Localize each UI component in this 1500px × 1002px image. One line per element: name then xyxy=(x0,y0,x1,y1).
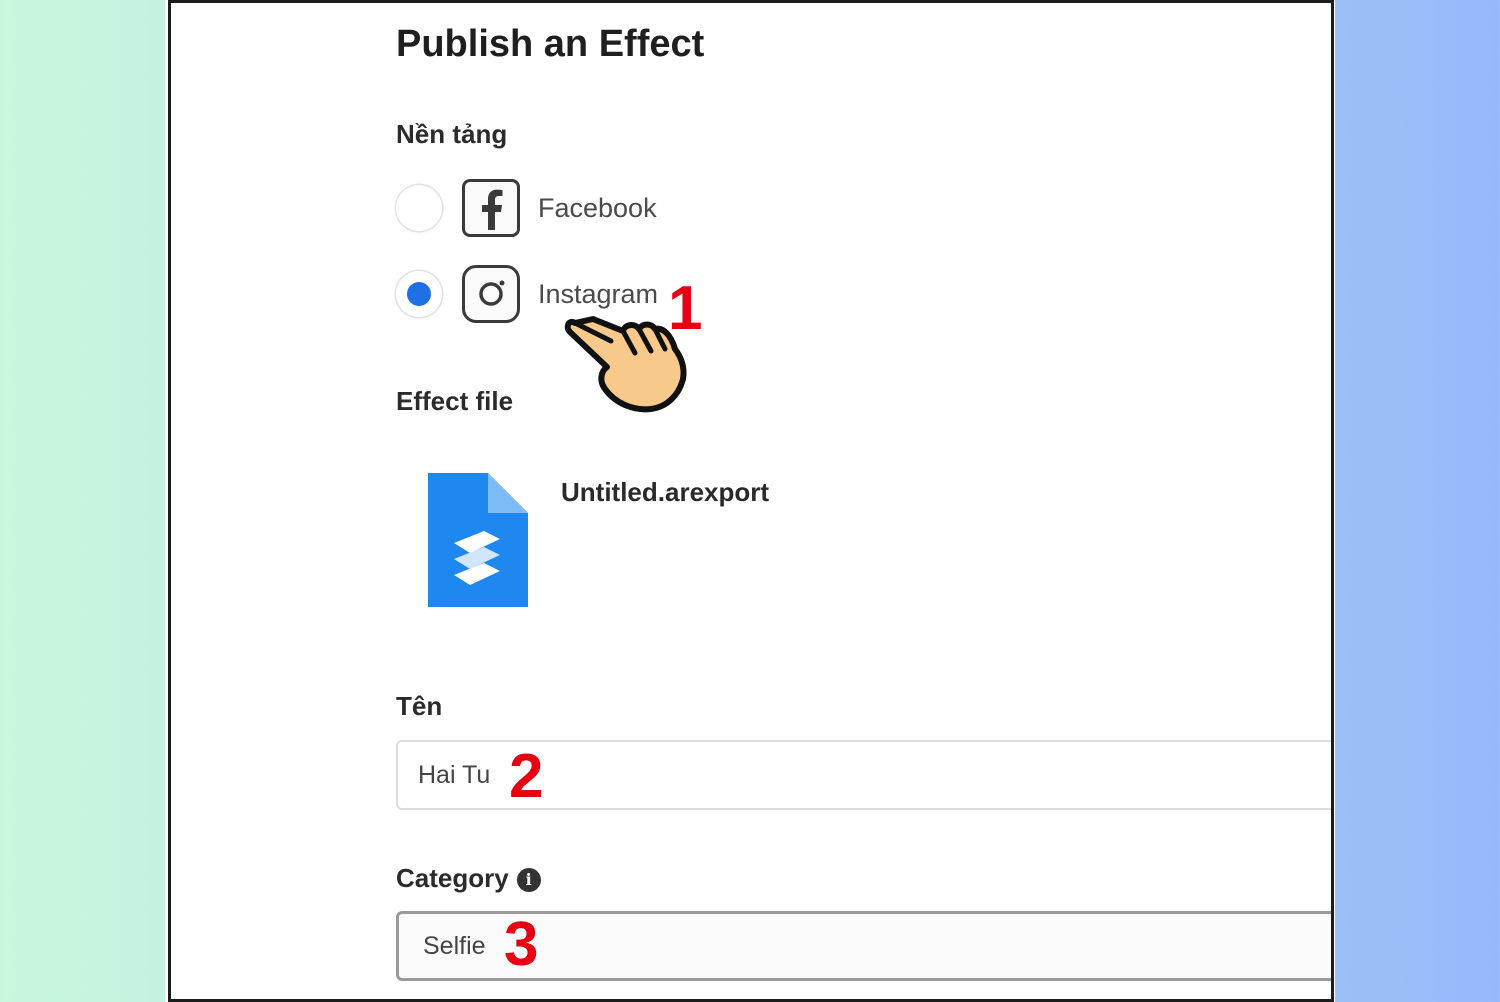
category-select-value: Selfie xyxy=(423,931,486,960)
instagram-label: Instagram xyxy=(538,278,659,309)
platform-option-facebook[interactable]: Facebook xyxy=(396,176,657,240)
publish-effect-panel: Publish an Effect Nền tảng Facebook Inst… xyxy=(168,0,1334,1002)
step-3-marker: 3 xyxy=(504,910,539,979)
effect-file-label: Effect file xyxy=(396,386,514,416)
instagram-radio[interactable] xyxy=(396,271,442,317)
spark-ar-file-icon xyxy=(428,473,528,607)
pointing-hand-icon xyxy=(564,316,687,413)
name-field-label: Tên xyxy=(396,691,443,721)
effect-file-name: Untitled.arexport xyxy=(561,477,770,507)
info-icon[interactable]: i xyxy=(516,868,541,893)
name-input-value: Hai Tu xyxy=(418,760,491,789)
page-title: Publish an Effect xyxy=(396,23,705,65)
instagram-icon xyxy=(462,265,520,323)
facebook-label: Facebook xyxy=(538,192,657,223)
facebook-icon xyxy=(462,179,520,237)
step-2-marker: 2 xyxy=(509,742,544,811)
radio-selected-dot xyxy=(407,282,431,306)
category-label-text: Category xyxy=(396,863,509,893)
platform-label: Nền tảng xyxy=(396,119,508,149)
category-field-label: Category i xyxy=(396,863,541,894)
facebook-radio[interactable] xyxy=(396,185,442,231)
